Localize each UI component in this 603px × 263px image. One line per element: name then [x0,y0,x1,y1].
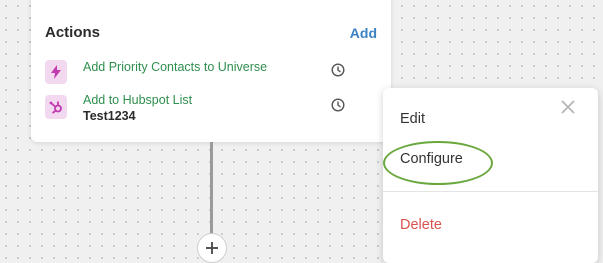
flow-connector [210,142,213,234]
hubspot-icon [45,95,67,119]
menu-item-delete[interactable]: Delete [400,217,442,233]
menu-divider [383,191,598,192]
close-icon[interactable] [560,99,576,115]
clock-icon[interactable] [331,98,345,112]
plus-icon [206,242,218,254]
lightning-icon [45,60,67,84]
actions-card: Actions Add Add Priority Contacts to Uni… [31,0,391,142]
actions-card-header: Actions Add [45,24,377,41]
add-action-link[interactable]: Add [350,25,377,41]
context-menu: Edit Configure Delete [383,88,598,263]
clock-icon[interactable] [331,63,345,77]
actions-title: Actions [45,24,101,41]
action-row-priority-contacts[interactable]: Add Priority Contacts to Universe [45,60,377,84]
menu-item-configure[interactable]: Configure [400,151,463,167]
add-step-button[interactable] [197,233,227,263]
action-row-hubspot-list[interactable]: Add to Hubspot List Test1234 [45,93,377,123]
menu-item-edit[interactable]: Edit [400,111,425,127]
